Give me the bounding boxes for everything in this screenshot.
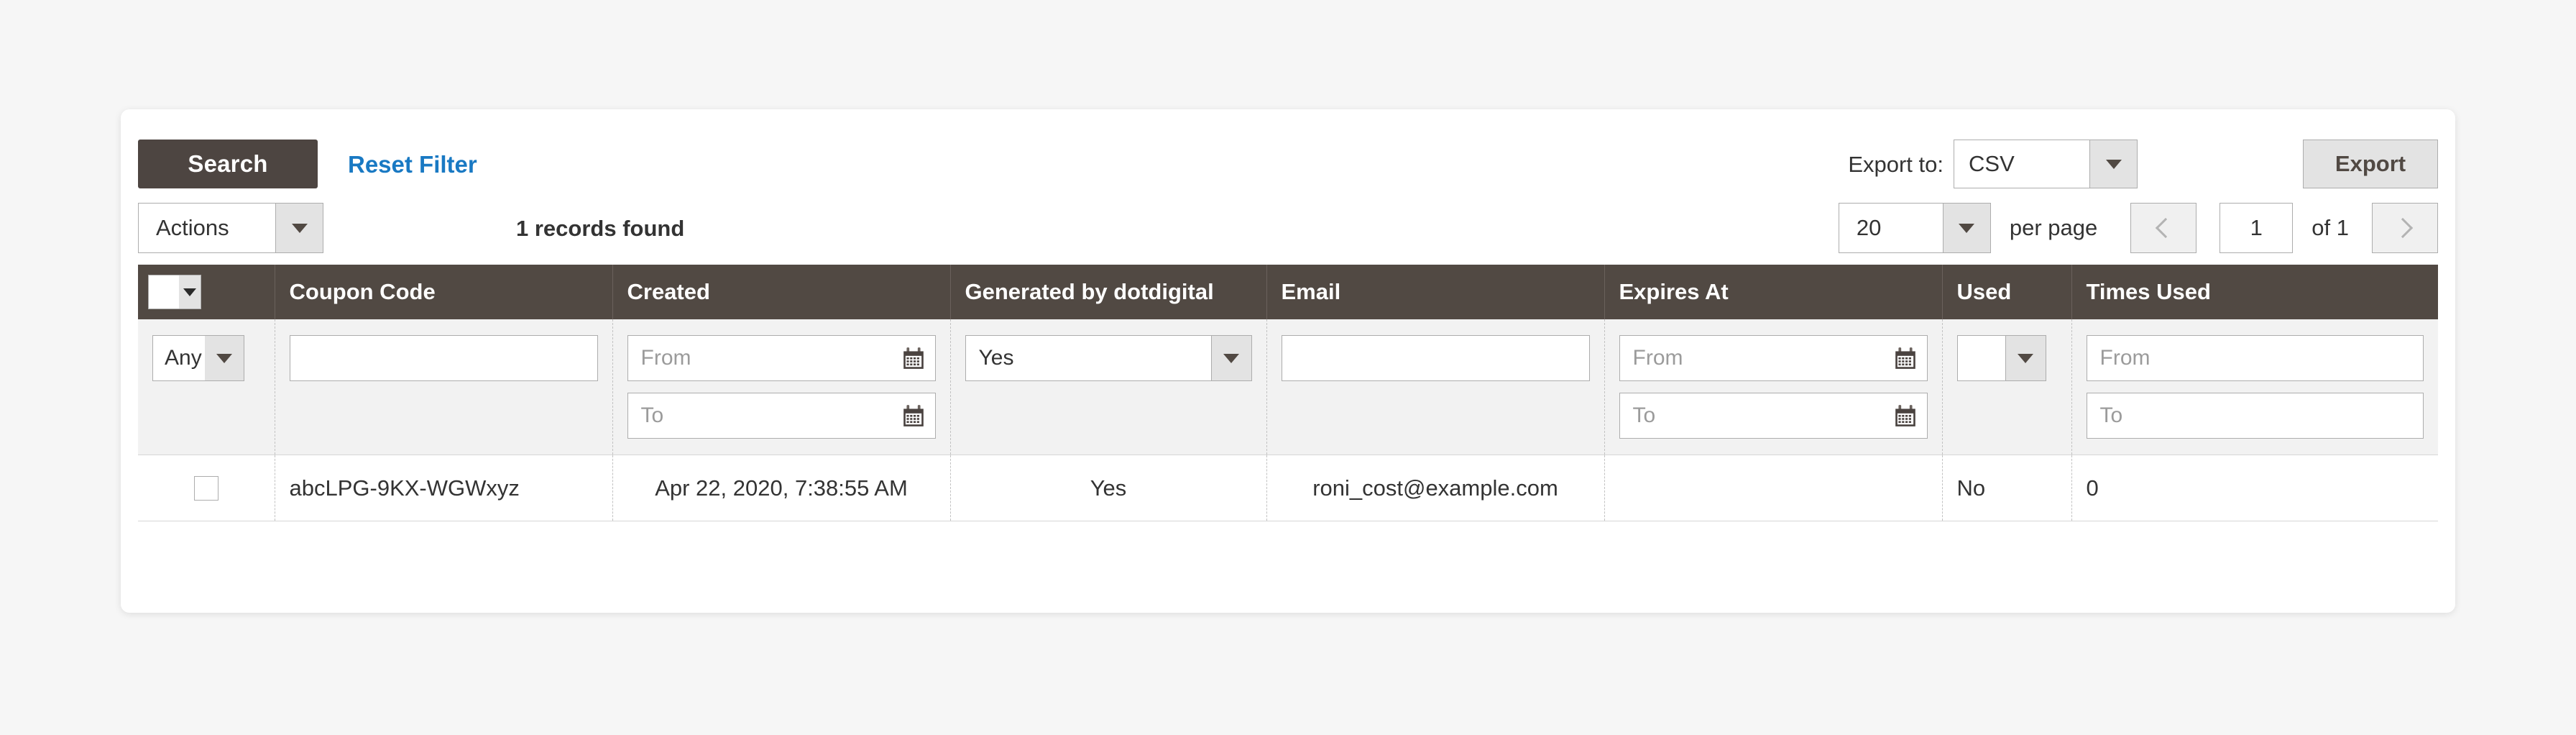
filter-email-input[interactable] [1281, 335, 1590, 381]
chevron-down-icon [179, 275, 201, 309]
filter-cell-email [1266, 319, 1605, 455]
filter-created-to-input[interactable] [627, 393, 936, 439]
filter-expires-to-wrap [1619, 393, 1928, 439]
column-header-email[interactable]: Email [1266, 265, 1605, 319]
filter-created-to-wrap [627, 393, 936, 439]
cell-used: No [1942, 455, 2072, 521]
cell-created: Apr 22, 2020, 7:38:55 AM [612, 455, 951, 521]
column-header-generated[interactable]: Generated by dotdigital [950, 265, 1267, 319]
actions-select[interactable]: Actions [138, 203, 323, 253]
filter-cell-select: Any [138, 319, 275, 455]
filter-times-used-from-input[interactable] [2086, 335, 2424, 381]
grid-filter-row: Any From To Yes From To From To [138, 319, 2438, 455]
filter-cell-used [1942, 319, 2072, 455]
grid-mid-toolbar: Actions 1 records found 20 per page of 1 [121, 187, 2455, 265]
filter-generated-select[interactable]: Yes [965, 335, 1252, 381]
cell-expires-at [1604, 455, 1943, 521]
actions-select-value: Actions [156, 215, 229, 240]
filter-select-any[interactable]: Any [152, 335, 244, 381]
filter-cell-coupon-code [275, 319, 613, 455]
chevron-right-icon [2392, 217, 2414, 239]
grid-top-toolbar: Search Reset Filter Export to: CSV Expor… [121, 109, 2455, 188]
export-to-label: Export to: [1848, 152, 1944, 177]
filter-cell-created [612, 319, 951, 455]
filter-expires-from-wrap [1619, 335, 1928, 381]
chevron-down-icon [2089, 140, 2137, 188]
page-number-input[interactable] [2220, 203, 2294, 253]
search-button[interactable]: Search [138, 140, 318, 188]
coupon-grid: Coupon Code Created Generated by dotdigi… [138, 265, 2438, 521]
filter-select-any-value: Any [165, 346, 202, 370]
reset-filter-link[interactable]: Reset Filter [348, 151, 477, 178]
table-row[interactable]: abcLPG-9KX-WGWxyz Apr 22, 2020, 7:38:55 … [138, 455, 2438, 521]
column-header-select-all [138, 265, 275, 319]
per-page-value: 20 [1856, 215, 1882, 240]
filter-generated-value: Yes [978, 346, 1014, 370]
filter-cell-times-used [2071, 319, 2438, 455]
next-page-button[interactable] [2372, 203, 2438, 253]
column-header-used[interactable]: Used [1942, 265, 2072, 319]
chevron-down-icon [205, 336, 244, 380]
filter-expires-to-input[interactable] [1619, 393, 1928, 439]
column-header-times-used[interactable]: Times Used [2071, 265, 2438, 319]
chevron-down-icon [275, 204, 323, 252]
column-header-coupon-code[interactable]: Coupon Code [275, 265, 613, 319]
cell-times-used: 0 [2071, 455, 2438, 521]
select-all-dropdown[interactable] [148, 275, 201, 309]
grid-panel: Search Reset Filter Export to: CSV Expor… [121, 109, 2455, 613]
per-page-label: per page [2009, 215, 2098, 240]
column-header-created[interactable]: Created [612, 265, 951, 319]
cell-generated: Yes [950, 455, 1267, 521]
records-found-count: 1 records found [516, 216, 685, 241]
filter-used-value [1958, 336, 2005, 380]
cell-email: roni_cost@example.com [1266, 455, 1605, 521]
per-page-select[interactable]: 20 [1838, 203, 1991, 253]
row-select-cell [138, 455, 275, 521]
pagination-controls: 20 per page of 1 [1838, 203, 2438, 253]
chevron-down-icon [1210, 336, 1251, 380]
filter-expires-from-input[interactable] [1619, 335, 1928, 381]
export-format-value: CSV [1969, 151, 2015, 176]
filter-times-used-to-input[interactable] [2086, 393, 2424, 439]
chevron-down-icon [1942, 204, 1990, 252]
previous-page-button[interactable] [2130, 203, 2197, 253]
filter-created-from-input[interactable] [627, 335, 936, 381]
cell-coupon-code: abcLPG-9KX-WGWxyz [275, 455, 613, 521]
filter-cell-expires-at [1604, 319, 1943, 455]
filter-used-select[interactable] [1956, 335, 2046, 381]
chevron-left-icon [2156, 217, 2176, 239]
filter-created-from-wrap [627, 335, 936, 381]
grid-header-row: Coupon Code Created Generated by dotdigi… [138, 265, 2438, 319]
filter-coupon-code-input[interactable] [289, 335, 598, 381]
total-pages-label: of 1 [2312, 215, 2349, 240]
row-checkbox[interactable] [193, 475, 218, 501]
chevron-down-icon [2005, 336, 2046, 380]
export-button[interactable]: Export [2303, 140, 2438, 188]
column-header-expires-at[interactable]: Expires At [1604, 265, 1943, 319]
export-format-select[interactable]: CSV [1954, 140, 2138, 188]
filter-cell-generated: Yes [950, 319, 1267, 455]
